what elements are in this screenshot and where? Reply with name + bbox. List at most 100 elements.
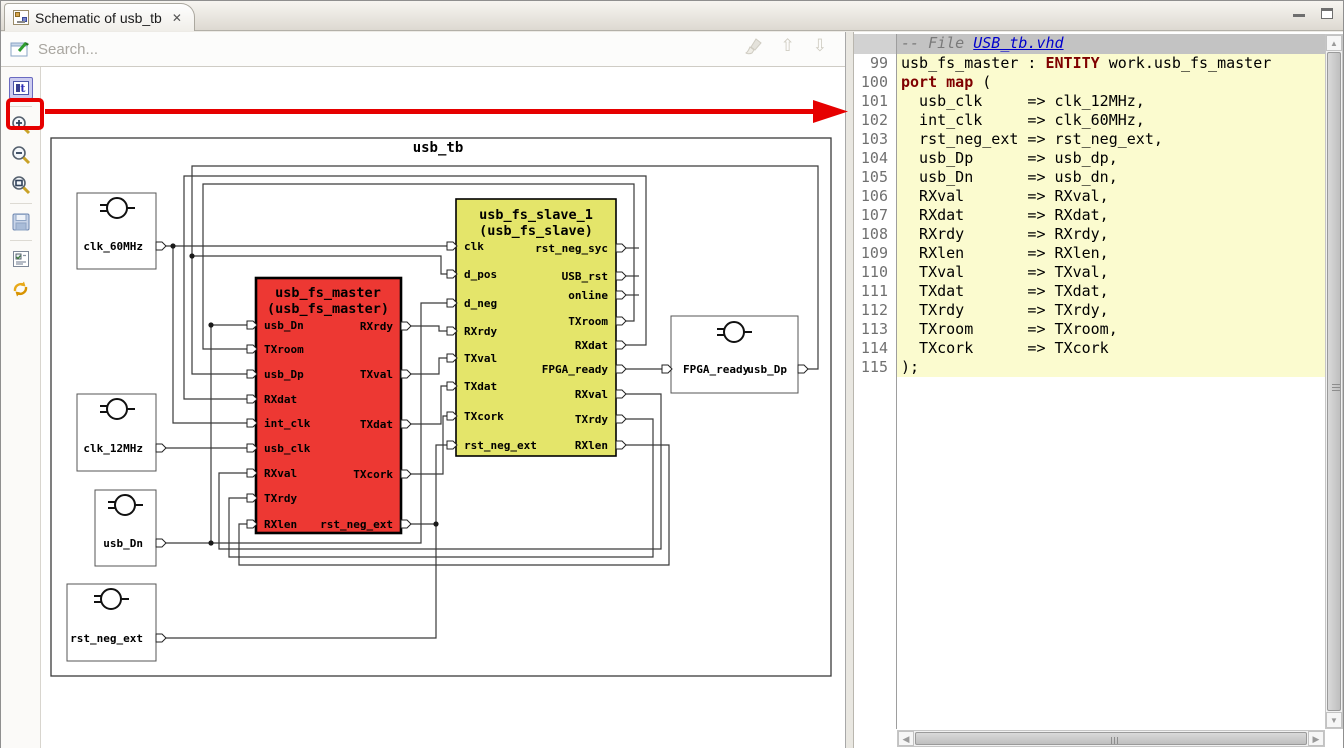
code-line: 105 usb_Dn => usb_dn, [854, 168, 1325, 187]
next-arrow-icon: ⇩ [813, 36, 827, 56]
code-line: 104 usb_Dp => usb_dp, [854, 149, 1325, 168]
code-line: 107 RXdat => RXdat, [854, 206, 1325, 225]
clear-highlight-brush-icon [745, 37, 763, 55]
save-icon [12, 213, 30, 231]
master-title: usb_fs_master [275, 285, 381, 301]
master-port: int_clk [264, 417, 311, 430]
code-preview-panel[interactable]: -- File USB_tb.vhd 99usb_fs_master : ENT… [854, 32, 1343, 748]
master-port: rst_neg_ext [320, 518, 393, 531]
code-line: 108 RXrdy => RXrdy, [854, 225, 1325, 244]
master-port: TXdat [360, 418, 393, 431]
vertical-scrollbar[interactable]: ▲ ▼ [1325, 34, 1343, 729]
fpga-port: FPGA_ready [683, 363, 750, 376]
scroll-down-button[interactable]: ▼ [1326, 712, 1342, 728]
zoom-out-icon [11, 145, 31, 165]
source-block-rst-neg-ext[interactable]: rst_neg_ext [67, 584, 156, 661]
code-line: 113 TXroom => TXroom, [854, 320, 1325, 339]
slave-port: RXlen [575, 439, 608, 452]
horizontal-scroll-thumb[interactable] [915, 732, 1307, 745]
pin-editor-icon[interactable] [10, 39, 32, 59]
code-line: 112 TXrdy => TXrdy, [854, 301, 1325, 320]
toolbar-separator [10, 106, 32, 107]
scroll-up-button[interactable]: ▲ [1326, 35, 1342, 51]
slave-port: USB_rst [562, 270, 608, 283]
master-port: TXroom [264, 343, 304, 356]
slave-port: rst_neg_ext [464, 439, 537, 452]
open-in-editor-button[interactable]: t [8, 76, 34, 100]
zoom-in-button[interactable] [8, 113, 34, 137]
master-port: TXcork [353, 468, 393, 481]
fpga-port: usb_Dp [747, 363, 787, 376]
zoom-out-button[interactable] [8, 143, 34, 167]
slave-port: FPGA_ready [542, 363, 609, 376]
code-line: 111 TXdat => TXdat, [854, 282, 1325, 301]
master-port: RXval [264, 467, 297, 480]
slave-port: online [568, 289, 608, 302]
tab-title: Schematic of usb_tb [35, 10, 162, 26]
search-input[interactable] [38, 41, 678, 58]
source-label: clk_12MHz [83, 442, 143, 455]
zoom-fit-icon [11, 175, 31, 195]
horizontal-scrollbar[interactable]: ◀ ▶ [897, 730, 1325, 747]
code-line: 114 TXcork => TXcork [854, 339, 1325, 358]
toolbar-separator [10, 240, 32, 241]
usb-tb-label: usb_tb [413, 140, 464, 156]
open-in-editor-icon: t [13, 81, 29, 95]
code-scroll-area[interactable]: -- File USB_tb.vhd 99usb_fs_master : ENT… [854, 34, 1325, 729]
settings-checklist-icon [12, 250, 30, 268]
schematic-canvas[interactable]: usb_tb [42, 68, 845, 748]
master-port: RXrdy [360, 320, 393, 333]
slave-port: RXrdy [464, 325, 497, 338]
vertical-scroll-thumb[interactable] [1327, 52, 1341, 711]
master-port: TXrdy [264, 492, 297, 505]
code-file-header: -- File USB_tb.vhd [854, 34, 1325, 54]
block-usb-fs-slave[interactable]: usb_fs_slave_1 (usb_fs_slave) clk d_pos … [447, 199, 626, 456]
slave-port: clk [464, 240, 484, 253]
toolbar-separator [10, 203, 32, 204]
tab-schematic[interactable]: Schematic of usb_tb ✕ [4, 3, 195, 31]
source-block-clk-60mhz[interactable]: clk_60MHz [77, 193, 156, 269]
tab-close-icon[interactable]: ✕ [172, 11, 182, 25]
app-window: Schematic of usb_tb ✕ [0, 0, 1344, 748]
code-line: 110 TXval => TXval, [854, 263, 1325, 282]
schematic-panel: ⇧ ⇩ t [1, 32, 846, 748]
scroll-right-button[interactable]: ▶ [1308, 731, 1324, 746]
source-label: rst_neg_ext [70, 632, 143, 645]
slave-port: TXdat [464, 380, 497, 393]
slave-port: rst_neg_syc [535, 242, 608, 255]
block-usb-fs-master[interactable]: usb_fs_master (usb_fs_master) usb_Dn TXr… [247, 278, 411, 533]
file-link[interactable]: USB_tb.vhd [973, 34, 1063, 52]
schematic-side-toolbar: t [1, 67, 41, 748]
scroll-left-button[interactable]: ◀ [898, 731, 914, 746]
previous-arrow-icon: ⇧ [781, 36, 795, 56]
settings-button[interactable] [8, 247, 34, 271]
source-block-usb-dn[interactable]: usb_Dn [95, 490, 156, 566]
code-empty-area [854, 377, 1325, 729]
slave-port: d_neg [464, 297, 497, 310]
source-block-clk-12mhz[interactable]: clk_12MHz [77, 394, 156, 471]
save-button[interactable] [8, 210, 34, 234]
code-line: 115); [854, 358, 1325, 377]
code-line: 99usb_fs_master : ENTITY work.usb_fs_mas… [854, 54, 1325, 73]
minimize-icon[interactable] [1293, 8, 1305, 17]
maximize-icon[interactable] [1321, 8, 1333, 19]
source-label: clk_60MHz [83, 240, 143, 253]
refresh-sync-icon [11, 280, 30, 298]
master-port: TXval [360, 368, 393, 381]
slave-title: usb_fs_slave_1 [479, 207, 593, 223]
schematic-tab-icon [13, 10, 29, 25]
refresh-button[interactable] [8, 277, 34, 301]
source-label: usb_Dn [103, 537, 143, 550]
panel-splitter[interactable] [846, 32, 854, 748]
master-port: RXlen [264, 518, 297, 531]
code-line: 102 int_clk => clk_60MHz, [854, 111, 1325, 130]
zoom-fit-button[interactable] [8, 173, 34, 197]
code-line: 103 rst_neg_ext => rst_neg_ext, [854, 130, 1325, 149]
master-port: usb_Dn [264, 319, 304, 332]
block-fpga-ready[interactable]: FPGA_ready usb_Dp [662, 316, 808, 393]
code-line: 106 RXval => RXval, [854, 187, 1325, 206]
master-subtitle: (usb_fs_master) [267, 301, 389, 317]
slave-port: TXval [464, 352, 497, 365]
slave-port: TXroom [568, 315, 608, 328]
schematic-search-bar: ⇧ ⇩ [1, 32, 845, 67]
